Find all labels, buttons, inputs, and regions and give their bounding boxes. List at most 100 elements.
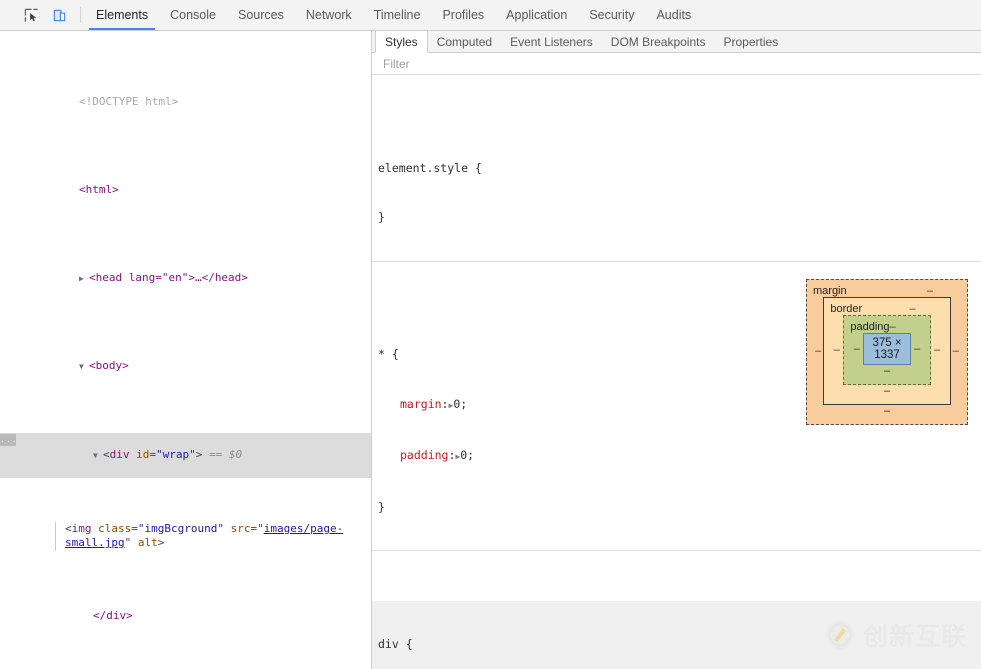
css-declaration-padding[interactable]: padding:▶0; [378, 447, 981, 466]
box-model-border-top-value[interactable]: – [910, 303, 916, 315]
tab-properties-label: Properties [723, 34, 779, 49]
tab-sources[interactable]: Sources [227, 0, 295, 30]
tab-audits[interactable]: Audits [645, 0, 702, 30]
box-model-diagram: margin – – border – – padding – – 375 × … [806, 279, 968, 425]
tab-application-label: Application [506, 8, 568, 22]
box-model-margin-top-value[interactable]: – [927, 285, 933, 297]
tab-sources-label: Sources [237, 8, 284, 22]
css-selector-element-style[interactable]: element.style { [378, 160, 981, 177]
dom-row-doctype[interactable]: <!DOCTYPE html> [0, 81, 371, 125]
img-attr-class-value[interactable]: "imgBcground" [138, 522, 224, 535]
css-value-padding[interactable]: 0; [460, 448, 474, 462]
toolbar-icon-group [0, 0, 74, 30]
tab-console[interactable]: Console [159, 0, 227, 30]
css-close-brace-1: } [378, 499, 385, 514]
tab-styles-label: Styles [385, 34, 418, 49]
css-rule-element-style[interactable]: element.style { } [372, 125, 981, 262]
dom-row-html-open[interactable]: <html> [0, 168, 371, 212]
box-model-border-layer[interactable]: border – – padding – – 375 × 1337 – – – … [823, 297, 951, 405]
tab-security-label: Security [589, 8, 635, 22]
tab-computed[interactable]: Computed [428, 31, 501, 52]
tab-elements-label: Elements [96, 8, 149, 22]
inspect-element-glyph [24, 8, 38, 22]
box-model-margin-header: margin – [813, 284, 961, 297]
dom-tree: <!DOCTYPE html> <html> ▶ <head lang="en">… [0, 31, 371, 669]
main-tab-bar: Elements Console Sources Network Timelin… [85, 0, 702, 30]
tab-styles[interactable]: Styles [375, 31, 428, 53]
img-src-quote-close: " [124, 536, 132, 550]
css-property-padding[interactable]: padding [378, 448, 448, 462]
tab-event-listeners[interactable]: Event Listeners [501, 31, 602, 52]
box-model-padding-label: padding [850, 320, 890, 333]
img-attr-src-name: src [230, 521, 251, 535]
tab-application[interactable]: Application [495, 0, 578, 30]
tab-security[interactable]: Security [578, 0, 645, 30]
box-model-margin-right-value[interactable]: – [951, 345, 961, 357]
dom-row-div-wrap[interactable]: ... ▼ <div id="wrap"> == $0 [0, 433, 371, 478]
dom-row-body-open[interactable]: ▼ <body> [0, 344, 371, 389]
selected-node-marker: == $0 [208, 447, 243, 461]
device-toolbar-icon[interactable] [50, 6, 68, 24]
styles-tab-bar: Styles Computed Event Listeners DOM Brea… [372, 31, 981, 53]
box-model-margin-left-value[interactable]: – [813, 345, 823, 357]
box-model-margin-layer[interactable]: margin – – border – – padding – – 375 × … [806, 279, 968, 425]
tab-dom-breakpoints-label: DOM Breakpoints [610, 34, 706, 49]
dom-tree-pane: <!DOCTYPE html> <html> ▶ <head lang="en">… [0, 31, 372, 669]
tab-console-label: Console [170, 8, 216, 22]
div-close-tag: </div> [92, 609, 133, 623]
chevron-down-icon[interactable]: ▼ [93, 449, 103, 464]
box-model-content-size[interactable]: 375 × 1337 [863, 333, 911, 365]
box-model-margin-midrow: – border – – padding – – 375 × 1337 – – … [813, 297, 961, 405]
styles-filter-input[interactable] [381, 55, 937, 72]
devtools-panes: <!DOCTYPE html> <html> ▶ <head lang="en">… [0, 31, 981, 669]
html-open-tag: <html> [78, 182, 119, 196]
dom-gutter-badge[interactable]: ... [0, 434, 16, 447]
box-model-margin-bottom-value[interactable]: – [813, 405, 961, 418]
box-model-border-midrow: – padding – – 375 × 1337 – – – [830, 315, 943, 385]
toolbar-divider [80, 7, 81, 23]
doctype-text: <!DOCTYPE html> [78, 95, 179, 109]
watermark-logo-icon [824, 620, 855, 650]
css-property-margin[interactable]: margin [378, 397, 442, 411]
img-tag-name: img [71, 521, 92, 535]
styles-filter-bar [372, 53, 981, 75]
dom-row-head[interactable]: ▶ <head lang="en">…</head> [0, 256, 371, 301]
tab-timeline[interactable]: Timeline [363, 0, 432, 30]
body-open-tag: <body> [88, 359, 129, 373]
watermark: 创新互联 [824, 617, 967, 653]
img-src-quote-open: =" [250, 521, 264, 535]
box-model-border-bottom-value[interactable]: – [830, 385, 943, 398]
tab-dom-breakpoints[interactable]: DOM Breakpoints [602, 31, 715, 52]
box-model-padding-bottom-value[interactable]: – [850, 365, 923, 378]
chevron-right-icon[interactable]: ▶ [79, 272, 89, 287]
tab-event-listeners-label: Event Listeners [510, 34, 593, 49]
tab-network-label: Network [305, 8, 352, 22]
head-tag-text: <head lang="en">…</head> [88, 270, 248, 284]
dom-row-div-close[interactable]: </div> [0, 595, 371, 639]
devtools-toolbar: Elements Console Sources Network Timelin… [0, 0, 981, 31]
box-model-border-label: border [830, 302, 863, 315]
styles-pane: Styles Computed Event Listeners DOM Brea… [372, 31, 981, 669]
chevron-down-icon[interactable]: ▼ [79, 360, 89, 375]
box-model-padding-left-value[interactable]: – [850, 343, 863, 355]
watermark-text: 创新互联 [862, 622, 967, 651]
box-model-padding-layer[interactable]: padding – – 375 × 1337 – – [843, 315, 931, 385]
box-model-padding-top-value[interactable]: – [890, 321, 896, 333]
device-toolbar-glyph [53, 9, 65, 21]
inspect-element-icon[interactable] [22, 6, 40, 24]
box-model-padding-right-value[interactable]: – [911, 343, 924, 355]
tab-network[interactable]: Network [295, 0, 363, 30]
dom-row-img[interactable]: <img class="imgBcground" src="images/pag… [55, 521, 355, 551]
box-model-border-left-value[interactable]: – [830, 344, 843, 356]
tab-profiles[interactable]: Profiles [431, 0, 495, 30]
box-model-padding-header: padding – [850, 320, 923, 333]
tab-properties[interactable]: Properties [714, 31, 787, 52]
div-attr-id-value[interactable]: "wrap" [156, 448, 196, 461]
tab-profiles-label: Profiles [442, 8, 485, 22]
img-attr-class-name: class [98, 521, 132, 535]
css-value-margin[interactable]: 0; [453, 397, 467, 411]
tab-elements[interactable]: Elements [85, 0, 159, 30]
tab-audits-label: Audits [656, 8, 692, 22]
box-model-border-right-value[interactable]: – [931, 344, 944, 356]
watermark-logo-glyph [828, 623, 852, 647]
